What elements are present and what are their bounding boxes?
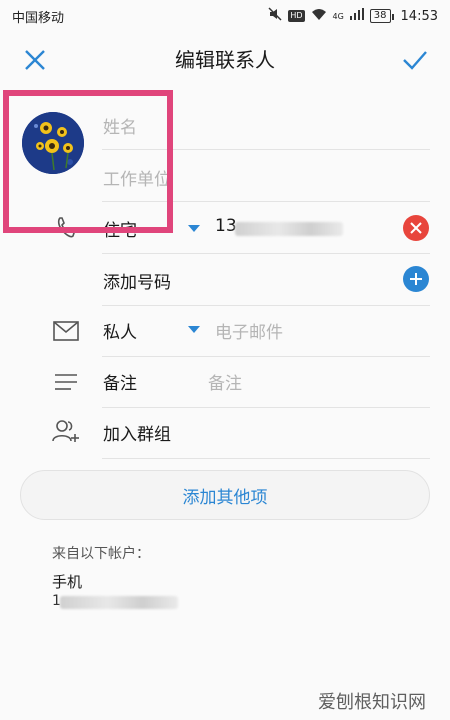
- phone-type-dropdown-icon[interactable]: [188, 225, 200, 232]
- clock: 14:53: [400, 8, 438, 24]
- page-title: 编辑联系人: [175, 48, 275, 72]
- redacted-phone-number: [235, 222, 343, 236]
- carrier-name: 中国移动: [12, 10, 65, 26]
- account-section-label: 来自以下帐户：: [52, 546, 150, 562]
- plus-icon: [410, 273, 422, 285]
- status-icons: HD 4G 38 14:53: [268, 7, 438, 25]
- email-type-label[interactable]: 私人: [103, 318, 137, 343]
- phone-number-field[interactable]: 13: [215, 216, 237, 236]
- divider: [102, 458, 430, 459]
- add-number-row[interactable]: 添加号码: [0, 254, 450, 306]
- hd-icon: HD: [288, 10, 305, 22]
- checkmark-icon: [403, 51, 427, 70]
- add-number-button[interactable]: [403, 266, 429, 292]
- delete-number-button[interactable]: [403, 215, 429, 241]
- top-bar: 编辑联系人: [0, 32, 450, 88]
- add-more-fields-button[interactable]: 添加其他项: [20, 470, 430, 520]
- mute-icon: [268, 7, 282, 25]
- email-row: 私人 电子邮件: [0, 305, 450, 357]
- note-field[interactable]: 备注: [208, 369, 242, 394]
- group-row[interactable]: 加入群组: [0, 407, 450, 459]
- note-label: 备注: [103, 374, 137, 394]
- add-group-label[interactable]: 加入群组: [103, 420, 171, 445]
- add-group-icon: [52, 417, 80, 445]
- email-field[interactable]: 电子邮件: [215, 318, 283, 343]
- save-button[interactable]: [397, 42, 433, 78]
- add-number-label[interactable]: 添加号码: [103, 268, 171, 293]
- email-type-dropdown-icon[interactable]: [188, 326, 200, 333]
- remove-icon: [410, 222, 422, 234]
- wifi-icon: [311, 8, 327, 25]
- signal-icon: [349, 8, 364, 24]
- highlight-box: [3, 90, 173, 233]
- email-icon: [52, 317, 80, 345]
- signal-label: 4G: [332, 11, 344, 21]
- watermark: 爱刨根知识网: [318, 692, 426, 713]
- battery-icon: 38: [369, 9, 394, 23]
- note-icon: [52, 368, 80, 396]
- redacted-account-number: [60, 596, 178, 609]
- account-name: 手机: [52, 573, 83, 591]
- status-bar: 中国移动 HD 4G 38 14:53: [0, 0, 450, 32]
- note-row: 备注 备注: [0, 356, 450, 408]
